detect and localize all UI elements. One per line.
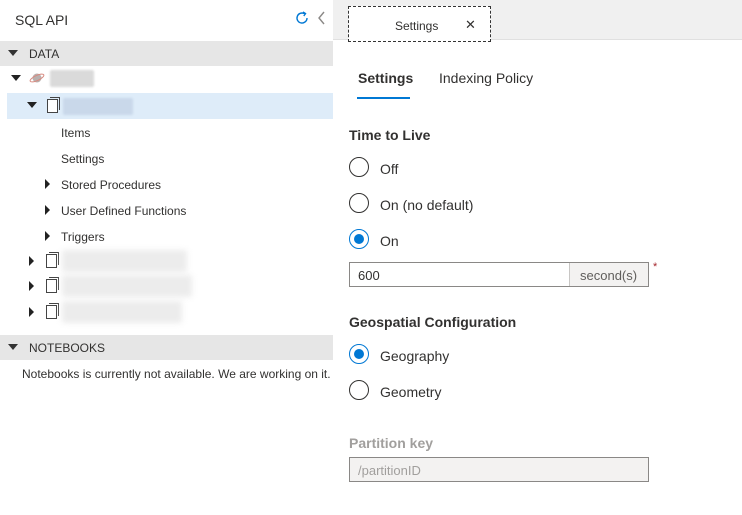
data-section-header[interactable]: DATA [0,41,333,66]
caret-down-icon[interactable] [11,75,21,81]
container-icon [47,97,60,113]
notebooks-section-header[interactable]: NOTEBOOKS [0,335,333,360]
caret-right-icon[interactable] [45,205,50,215]
tree-item-items[interactable]: Items [0,120,333,146]
tree-container-node-selected[interactable] [7,93,333,119]
geometry-radio[interactable] [349,380,369,400]
chevron-left-icon[interactable] [316,10,326,26]
tree-database-node[interactable] [0,66,333,92]
tree-item-settings[interactable]: Settings [0,146,333,172]
caret-right-icon[interactable] [45,231,50,241]
database-icon [29,73,45,83]
container-icon [46,252,59,268]
active-pivot-indicator [357,97,410,99]
data-section-label: DATA [29,47,60,61]
tab-settings[interactable]: Settings ✕ [348,6,491,42]
geometry-label[interactable]: Geometry [380,384,441,400]
redacted-database-name [50,70,94,87]
required-indicator: * [653,261,658,273]
caret-right-icon[interactable] [29,281,34,291]
notebooks-section-label: NOTEBOOKS [29,341,106,355]
ttl-on-no-default-label[interactable]: On (no default) [380,197,473,213]
pivot-indexing-policy[interactable]: Indexing Policy [439,70,533,86]
refresh-icon[interactable] [294,10,310,26]
settings-panel: Settings ✕ Settings Indexing Policy Time… [333,0,742,515]
ttl-unit-label: second(s) [580,268,638,283]
tree-item-triggers[interactable]: Triggers [0,224,333,250]
document-tab-bar: Settings ✕ [333,0,742,42]
geography-label[interactable]: Geography [380,348,449,364]
tree-item-user-defined-functions[interactable]: User Defined Functions [0,198,333,224]
tree-item-label: Items [61,126,91,140]
ttl-off-radio[interactable] [349,157,369,177]
partition-key-label: Partition key [349,435,434,451]
ttl-unit-suffix: second(s) [569,263,648,286]
resource-tree-panel: SQL API DATA Items Settings Stored Proce… [0,0,333,515]
api-header: SQL API [0,0,333,40]
geography-radio[interactable] [349,344,369,364]
redacted-container-name [63,98,133,115]
close-icon[interactable]: ✕ [465,17,476,33]
tree-item-label: Stored Procedures [61,178,162,192]
tab-title: Settings [395,19,439,33]
redacted-container-name [62,250,187,272]
ttl-on-label[interactable]: On [380,233,399,249]
ttl-on-no-default-radio[interactable] [349,193,369,213]
container-icon [46,303,59,319]
redacted-container-name [62,275,192,297]
ttl-on-radio[interactable] [349,229,369,249]
caret-down-icon [8,50,18,56]
ttl-seconds-value[interactable]: 600 [358,268,380,283]
container-icon [46,277,59,293]
geospatial-label: Geospatial Configuration [349,314,517,330]
ttl-off-label[interactable]: Off [380,161,398,177]
tree-item-label: User Defined Functions [61,204,187,218]
notebooks-unavailable-message: Notebooks is currently not available. We… [22,367,331,381]
tree-container-node[interactable] [0,273,333,299]
partition-key-value: /partitionID [358,463,421,478]
caret-down-icon[interactable] [27,102,37,108]
tree-item-label: Settings [61,152,105,166]
caret-right-icon[interactable] [45,179,50,189]
redacted-container-name [62,301,182,323]
caret-down-icon [8,344,18,350]
tree-container-node[interactable] [0,299,333,325]
tree-item-stored-procedures[interactable]: Stored Procedures [0,172,333,198]
caret-right-icon[interactable] [29,256,34,266]
partition-key-field: /partitionID [349,457,649,482]
caret-right-icon[interactable] [29,307,34,317]
tree-item-label: Triggers [61,230,105,244]
pivot-settings[interactable]: Settings [358,70,413,86]
tree-container-node[interactable] [0,248,333,274]
ttl-label: Time to Live [349,127,431,143]
ttl-seconds-input[interactable]: 600 second(s) [349,262,649,287]
api-title: SQL API [15,12,69,28]
